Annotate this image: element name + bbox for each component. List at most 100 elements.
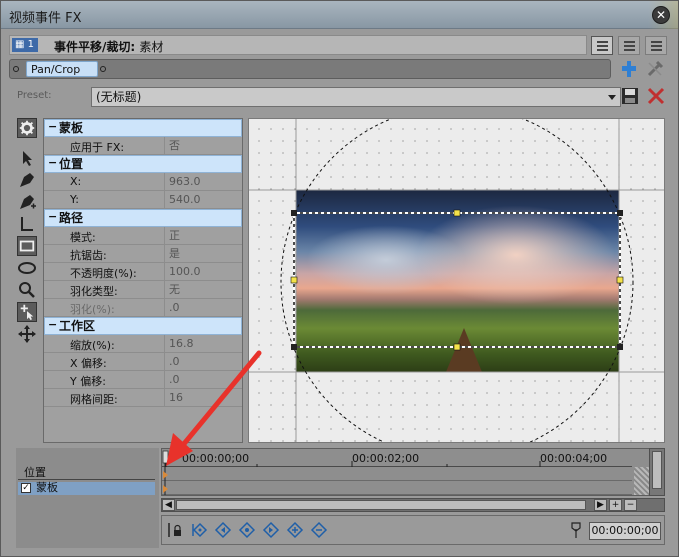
delete-keyframe-icon[interactable]	[310, 521, 328, 539]
pan-crop-preview-canvas[interactable]	[248, 118, 665, 443]
property-label: 不透明度(%):	[70, 267, 137, 280]
plugin-chain-row: Pan/Crop	[9, 59, 611, 79]
mask-handle-bottom[interactable]	[453, 343, 461, 351]
property-label: 网格间距:	[70, 393, 118, 406]
property-value[interactable]: 否	[164, 137, 242, 154]
current-keyframe-icon[interactable]	[238, 521, 256, 539]
plugin-pan-crop[interactable]: Pan/Crop	[26, 61, 98, 77]
property-row: X 偏移: .0	[44, 353, 242, 371]
pen-add-tool-icon[interactable]	[17, 192, 37, 212]
property-row: 羽化类型: 无	[44, 281, 242, 299]
pointer-tool-icon[interactable]	[17, 148, 37, 168]
window-title: 视频事件 FX	[9, 11, 82, 26]
property-value[interactable]: 100.0	[164, 263, 242, 280]
playhead-icon[interactable]	[162, 449, 174, 497]
delete-preset-icon[interactable]	[647, 87, 665, 105]
track-position[interactable]: 位置	[18, 467, 155, 480]
property-value[interactable]: 正	[164, 227, 242, 244]
property-row: 不透明度(%): 100.0	[44, 263, 242, 281]
move-pointer-tool-icon[interactable]	[17, 302, 37, 322]
properties-panel: 蒙板应用于 FX: 否位置 X: 963.0 Y: 540.0路径模式: 正抗锯齿: 是不透明…	[43, 118, 243, 443]
remove-plugin-icon[interactable]	[646, 60, 664, 78]
property-value[interactable]: 是	[164, 245, 242, 262]
cursor-position-icon	[571, 522, 581, 538]
property-label: 抗锯齿:	[70, 249, 107, 262]
split-tool-icon[interactable]	[17, 214, 37, 234]
keyframe-timeline[interactable]: 00:00:00;00 00:00:02;00 00:00:04;00	[161, 448, 665, 496]
previous-keyframe-icon[interactable]	[214, 521, 232, 539]
property-value[interactable]: 16	[164, 389, 242, 406]
cursor-timecode[interactable]: 00:00:00;00	[589, 522, 661, 540]
mask-handle-left[interactable]	[290, 276, 298, 284]
zoom-out-icon[interactable]: −	[624, 499, 637, 511]
chain-end-node-icon	[100, 66, 106, 72]
position-track-lane[interactable]	[162, 468, 632, 481]
property-value[interactable]: .0	[164, 371, 242, 388]
property-label: 模式:	[70, 231, 96, 244]
scroll-left-icon[interactable]: ◀	[162, 499, 175, 511]
settings-gear-icon[interactable]	[17, 118, 37, 138]
mask-tool-toolbar	[15, 118, 41, 348]
timeline-horizontal-scrollbar[interactable]: ◀ ▶ + −	[161, 498, 665, 512]
mask-handle-bottom-left[interactable]	[291, 344, 297, 350]
mask-track-checkbox[interactable]: ✓	[21, 483, 31, 493]
sync-cursor-lock-icon[interactable]	[166, 521, 184, 539]
save-preset-icon[interactable]	[621, 87, 639, 105]
preset-dropdown[interactable]: (无标题)	[91, 87, 621, 107]
property-value[interactable]: 540.0	[164, 191, 242, 208]
mask-handle-top[interactable]	[453, 209, 461, 217]
section-header-3[interactable]: 工作区	[44, 317, 242, 335]
property-row: 模式: 正	[44, 227, 242, 245]
zoom-tool-icon[interactable]	[17, 280, 37, 300]
property-value[interactable]: 无	[164, 281, 242, 298]
section-header-1[interactable]: 位置	[44, 155, 242, 173]
move-tool-icon[interactable]	[17, 324, 37, 344]
section-header-2[interactable]: 路径	[44, 209, 242, 227]
grid-large-view-button[interactable]	[645, 36, 667, 55]
preset-value: (无标题)	[96, 90, 142, 104]
plugin-chooser-icon[interactable]	[620, 60, 638, 78]
mask-handle-top-right[interactable]	[617, 210, 623, 216]
zoom-in-icon[interactable]: +	[609, 499, 622, 511]
property-row: 网格间距: 16	[44, 389, 242, 407]
close-icon[interactable]: ✕	[652, 6, 670, 24]
section-header-0[interactable]: 蒙板	[44, 119, 242, 137]
mask-track-lane[interactable]	[162, 482, 632, 495]
ellipse-mask-tool-icon[interactable]	[17, 258, 37, 278]
canvas-overlay	[249, 119, 664, 443]
property-label: 缩放(%):	[70, 339, 115, 352]
timeline-vertical-scrollbar[interactable]	[649, 448, 665, 496]
chain-start-node-icon	[13, 66, 19, 72]
property-value[interactable]: 963.0	[164, 173, 242, 190]
chain-source: 素材	[139, 40, 164, 54]
list-view-button[interactable]	[591, 36, 613, 55]
chevron-down-icon	[608, 95, 616, 100]
property-value[interactable]: .0	[164, 353, 242, 370]
mask-rectangle[interactable]	[293, 212, 621, 348]
fx-chain-bar: ▦ 1 事件平移/裁切: 素材	[9, 35, 587, 55]
first-keyframe-icon[interactable]	[190, 521, 208, 539]
preset-label: Preset:	[17, 90, 52, 101]
mask-handle-bottom-right[interactable]	[617, 344, 623, 350]
add-keyframe-icon[interactable]	[286, 521, 304, 539]
title-bar: 视频事件 FX ✕	[1, 1, 678, 29]
property-value[interactable]: 16.8	[164, 335, 242, 352]
pen-tool-icon[interactable]	[17, 170, 37, 190]
next-keyframe-icon[interactable]	[262, 521, 280, 539]
property-value[interactable]: .0	[164, 299, 242, 316]
grid-view-button[interactable]	[618, 36, 640, 55]
vertical-scroll-thumb[interactable]	[652, 451, 662, 489]
scroll-right-icon[interactable]: ▶	[594, 499, 607, 511]
track-mask[interactable]: ✓ 蒙板	[18, 482, 155, 495]
mask-handle-top-left[interactable]	[291, 210, 297, 216]
property-row: 抗锯齿: 是	[44, 245, 242, 263]
grid-large-view-icon	[651, 41, 662, 51]
crop-circle-outline[interactable]	[280, 119, 634, 443]
property-label: Y 偏移:	[70, 375, 106, 388]
rectangle-mask-tool-icon[interactable]	[17, 236, 37, 256]
property-label: Y:	[70, 193, 79, 206]
chain-index-badge[interactable]: ▦ 1	[12, 38, 38, 52]
mask-handle-right[interactable]	[616, 276, 624, 284]
horizontal-scroll-thumb[interactable]	[176, 500, 586, 510]
property-row: 缩放(%): 16.8	[44, 335, 242, 353]
